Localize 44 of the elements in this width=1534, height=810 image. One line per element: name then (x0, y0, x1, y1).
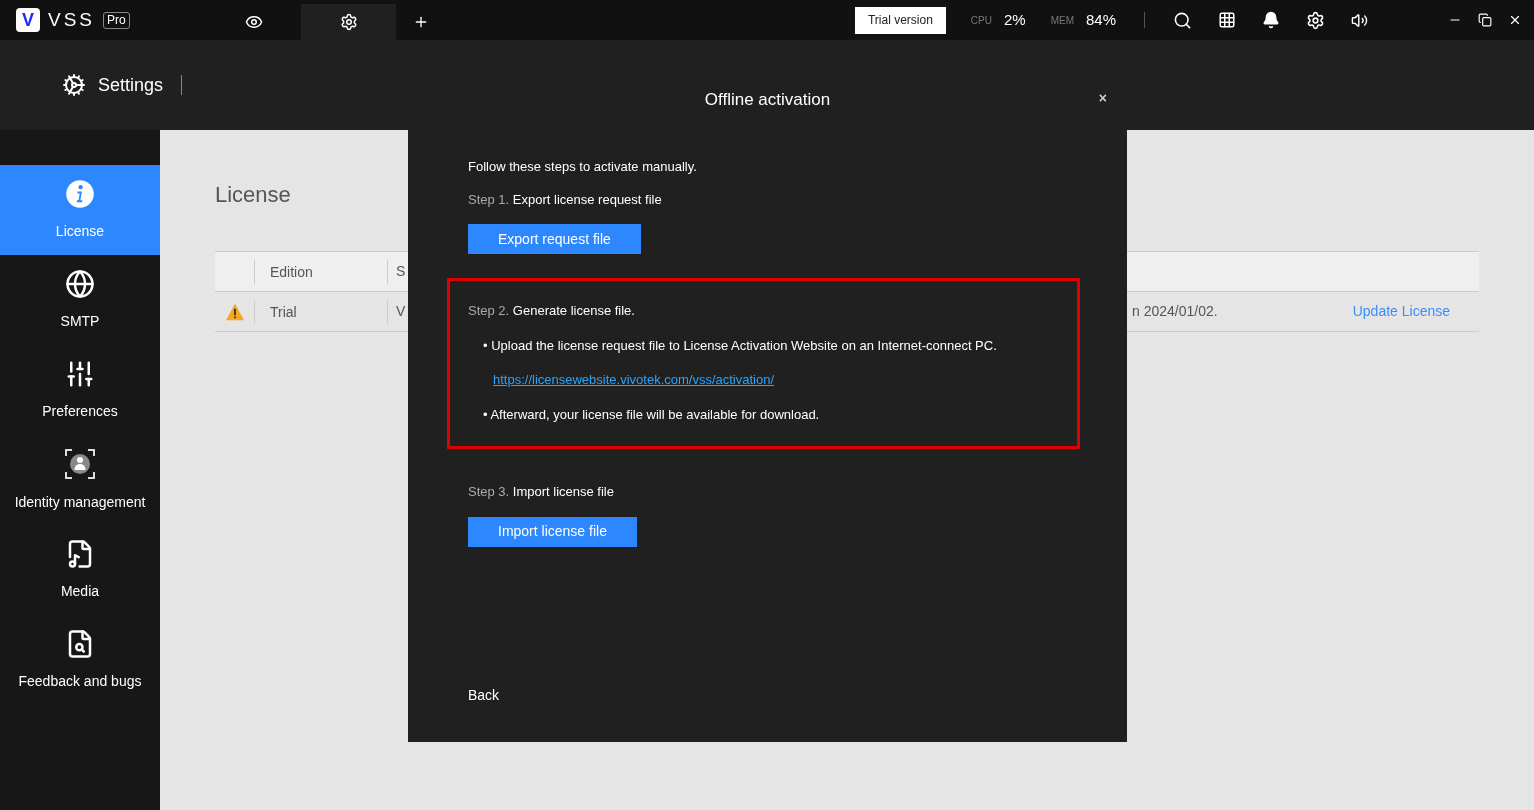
sidebar-item[interactable]: Preferences (0, 345, 160, 435)
stat-value: 84% (1085, 9, 1116, 30)
grid-icon[interactable] (1218, 11, 1236, 29)
sidebar-item[interactable]: Media (0, 525, 160, 615)
page-title: Settings (98, 73, 164, 97)
sidebar-item[interactable]: SMTP (0, 255, 160, 345)
section-title: License (215, 181, 291, 209)
sidebar-item[interactable]: Identity management (0, 435, 160, 525)
sidebar-item[interactable]: Feedback and bugs (0, 615, 160, 705)
close-button[interactable]: × (1098, 90, 1107, 106)
speaker-icon[interactable] (1351, 11, 1368, 29)
settings-icon[interactable] (1306, 10, 1325, 30)
column-header: Edition (255, 259, 388, 284)
stat-label: MEM (1050, 13, 1074, 28)
app-name: VSS (48, 7, 96, 32)
globe-icon (65, 268, 95, 299)
edition-badge: Pro (103, 11, 130, 29)
table-cell-text: V (395, 302, 407, 321)
dialog-title: Offline activation (704, 89, 831, 112)
activation-link[interactable]: https://licensewebsite.vivotek.com/vss/activation/ (493, 370, 775, 390)
bell-icon[interactable] (1262, 11, 1280, 29)
bullet-text: • Upload the license request file to License Activation Website on an Internet-connect PC. (483, 336, 998, 355)
eye-icon (244, 13, 263, 31)
step-heading: Step 1. Export license request file (468, 190, 663, 209)
column-header: S (395, 262, 407, 281)
step-heading: Step 3. Import license file (468, 483, 615, 501)
trial-version-badge: Trial version (854, 6, 946, 34)
app-logo: V (16, 8, 40, 32)
step-heading: Step 2. Generate license file. (468, 302, 636, 320)
person-scan-icon (64, 447, 96, 480)
tab[interactable] (301, 4, 396, 40)
table-cell: Trial (255, 299, 388, 324)
info-icon (65, 178, 95, 209)
bullet-text: • Afterward, your license file will be available for download. (483, 405, 821, 424)
stat-label: CPU (970, 13, 992, 28)
add-icon (413, 14, 429, 30)
stat-value: 2% (1003, 9, 1026, 30)
table-cell-text: n 2024/01/02. (1132, 302, 1218, 321)
close-icon[interactable] (1508, 13, 1522, 27)
intro-text: Follow these steps to activate manually. (468, 158, 698, 176)
search-icon[interactable] (1173, 10, 1192, 30)
settings-icon (339, 13, 358, 31)
back-button[interactable]: Back (468, 685, 500, 706)
restore-icon[interactable] (1478, 13, 1492, 27)
